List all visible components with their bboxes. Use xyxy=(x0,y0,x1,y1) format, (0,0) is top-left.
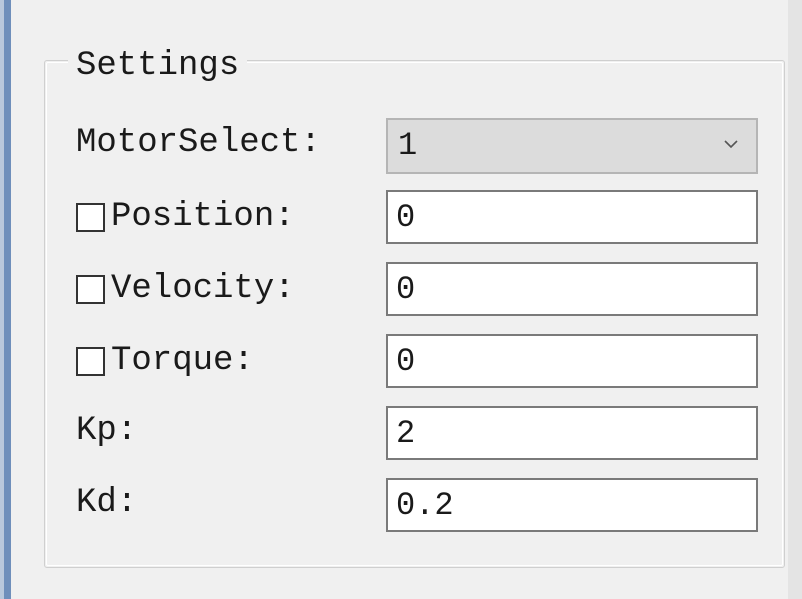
chevron-down-icon xyxy=(724,140,738,149)
velocity-checkbox[interactable] xyxy=(76,274,105,304)
kd-input[interactable] xyxy=(386,478,758,532)
kd-row: Kd: xyxy=(0,478,802,532)
kp-label: Kp: xyxy=(76,412,138,450)
motor-select-combobox[interactable]: 1 xyxy=(386,118,758,174)
kd-label: Kd: xyxy=(76,484,138,522)
torque-checkbox[interactable] xyxy=(76,346,105,376)
motor-select-value: 1 xyxy=(398,127,418,164)
position-row: Position: xyxy=(0,190,802,244)
motor-select-row: MotorSelect: 1 xyxy=(0,118,802,174)
motor-select-label: MotorSelect: xyxy=(76,124,321,162)
torque-row: Torque: xyxy=(0,334,802,388)
position-checkbox-label[interactable]: Position: xyxy=(76,198,295,236)
torque-label: Torque: xyxy=(111,342,254,380)
velocity-row: Velocity: xyxy=(0,262,802,316)
position-checkbox[interactable] xyxy=(76,202,105,232)
torque-input[interactable] xyxy=(386,334,758,388)
velocity-input[interactable] xyxy=(386,262,758,316)
torque-checkbox-label[interactable]: Torque: xyxy=(76,342,254,380)
position-label: Position: xyxy=(111,198,295,236)
velocity-checkbox-label[interactable]: Velocity: xyxy=(76,270,295,308)
settings-group-title: Settings xyxy=(68,44,248,88)
velocity-label: Velocity: xyxy=(111,270,295,308)
kp-row: Kp: xyxy=(0,406,802,460)
position-input[interactable] xyxy=(386,190,758,244)
settings-window: Settings MotorSelect: 1 Position: Veloci… xyxy=(0,0,802,599)
kp-input[interactable] xyxy=(386,406,758,460)
